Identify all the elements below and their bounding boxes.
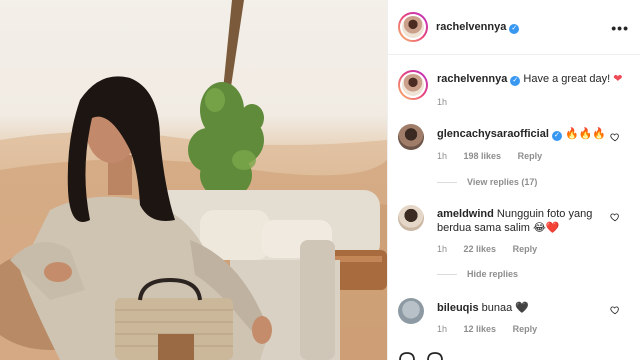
view-replies-toggle[interactable]: View replies (17) (437, 177, 537, 187)
caption-username[interactable]: rachelvennya (437, 73, 507, 85)
comment-age[interactable]: 1h (437, 151, 447, 161)
caption-text: Have a great day! (523, 73, 611, 85)
comment-reply-button[interactable]: Reply (513, 244, 538, 254)
comment-text: Nungguin foto yang (496, 208, 593, 220)
comment-avatar[interactable] (398, 124, 424, 150)
comment-age[interactable]: 1h (437, 244, 447, 254)
hide-replies-toggle[interactable]: Hide replies (437, 269, 518, 279)
comment-line: glencachysaraofficial ✓ 🔥🔥🔥 (437, 127, 606, 141)
comment-bubble-icon (427, 352, 443, 360)
post-photo[interactable] (0, 0, 387, 360)
like-comment-heart-icon[interactable] (610, 305, 620, 315)
comment-text-continued: berdua sama salim 😂❤️ (437, 222, 560, 234)
caption-meta: 1h (437, 97, 461, 107)
comment-likes[interactable]: 12 likes (464, 324, 497, 334)
caption-age[interactable]: 1h (437, 97, 447, 107)
comment-username[interactable]: ameldwind (437, 208, 494, 220)
comment-avatar[interactable] (398, 298, 424, 324)
comment-line: ameldwind Nungguin foto yang (437, 208, 592, 220)
comment-meta: 1h 12 likes Reply (437, 324, 551, 334)
verified-badge-icon: ✓ (509, 24, 520, 34)
comment-text: bunaa 🖤 (481, 302, 529, 314)
comment-reply-button[interactable]: Reply (518, 151, 543, 161)
caption-author-avatar[interactable] (398, 70, 428, 100)
comment-meta: 1h 198 likes Reply (437, 151, 556, 161)
comment-text: 🔥🔥🔥 (564, 128, 607, 140)
replies-divider-line (437, 274, 457, 276)
verified-badge-icon: ✓ (510, 76, 521, 86)
view-replies-label[interactable]: View replies (17) (467, 177, 537, 187)
hide-replies-label[interactable]: Hide replies (467, 269, 518, 279)
comment-avatar[interactable] (398, 205, 424, 231)
like-comment-heart-icon[interactable] (610, 132, 620, 142)
red-heart-emoji: ❤ (613, 73, 623, 85)
comment-line: bileuqis bunaa 🖤 (437, 301, 529, 314)
photo-illustration (0, 0, 387, 360)
author-avatar[interactable] (398, 12, 428, 42)
verified-badge-icon: ✓ (551, 131, 562, 141)
author-username-text[interactable]: rachelvennya (436, 21, 506, 33)
like-heart-icon (399, 352, 415, 360)
like-comment-heart-icon[interactable] (610, 212, 620, 222)
post-header: rachelvennya ✓ ••• (388, 0, 640, 55)
comment-reply-button[interactable]: Reply (513, 324, 538, 334)
post-viewer: rachelvennya ✓ ••• rachelvennya ✓ Have a g… (0, 0, 640, 360)
more-options-icon[interactable]: ••• (611, 20, 629, 36)
comment-line-cont: berdua sama salim 😂❤️ (437, 221, 560, 234)
comment-likes[interactable]: 22 likes (464, 244, 497, 254)
comment-age[interactable]: 1h (437, 324, 447, 334)
replies-divider-line (437, 182, 457, 184)
comment-username[interactable]: glencachysaraofficial (437, 128, 549, 140)
post-actions-bar (399, 352, 443, 360)
comment-likes[interactable]: 198 likes (464, 151, 502, 161)
author-username[interactable]: rachelvennya ✓ (436, 21, 520, 34)
comment-meta: 1h 22 likes Reply (437, 244, 551, 254)
comment-username[interactable]: bileuqis (437, 302, 479, 314)
caption-line: rachelvennya ✓ Have a great day! ❤ (437, 72, 623, 86)
